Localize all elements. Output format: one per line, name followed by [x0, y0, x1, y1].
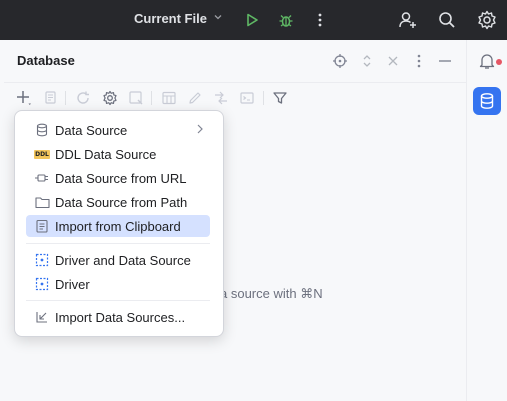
add-data-source-menu: Data Source DDL DDL Data Source Data Sou…: [14, 110, 224, 337]
driver-icon: [34, 252, 50, 268]
notification-badge: [496, 59, 502, 65]
close-icon[interactable]: [384, 52, 402, 70]
locate-icon[interactable]: [331, 52, 349, 70]
console-icon[interactable]: [237, 88, 257, 108]
add-icon[interactable]: [14, 88, 34, 108]
edit-icon[interactable]: [185, 88, 205, 108]
table-icon[interactable]: [159, 88, 179, 108]
menu-item-label: Data Source from URL: [55, 170, 187, 186]
gear-icon[interactable]: [475, 8, 499, 32]
ddl-badge: DDL: [34, 149, 50, 159]
menu-item-data-source-from-url[interactable]: Data Source from URL: [26, 167, 210, 189]
driver-icon: [34, 276, 50, 292]
settings-icon[interactable]: [100, 88, 120, 108]
clipboard-icon: [34, 218, 50, 234]
database-tool-icon[interactable]: [473, 87, 501, 115]
menu-item-import-from-clipboard[interactable]: Import from Clipboard: [26, 215, 210, 237]
notifications-icon[interactable]: [473, 47, 502, 75]
menu-item-data-source-from-path[interactable]: Data Source from Path: [26, 191, 210, 213]
menu-item-ddl-data-source[interactable]: DDL DDL Data Source: [26, 143, 210, 165]
title-bar: Current File: [0, 0, 507, 40]
copy-icon[interactable]: [40, 88, 60, 108]
expand-collapse-icon[interactable]: [358, 52, 376, 70]
menu-item-label: Data Source: [55, 122, 128, 138]
more-icon[interactable]: [410, 52, 428, 70]
folder-icon: [34, 194, 50, 210]
chevron-down-icon: [213, 12, 223, 25]
toolbar-separator: [263, 91, 264, 105]
database-icon: [34, 122, 50, 138]
add-user-icon[interactable]: [396, 8, 420, 32]
import-icon: [34, 309, 50, 325]
menu-item-driver-and-data-source[interactable]: Driver and Data Source: [26, 249, 210, 271]
menu-item-data-source[interactable]: Data Source: [26, 119, 210, 141]
menu-item-label: DDL Data Source: [55, 146, 157, 162]
run-configuration-label: Current File: [134, 11, 207, 26]
run-icon[interactable]: [240, 8, 264, 32]
debug-icon[interactable]: [274, 8, 298, 32]
menu-item-driver[interactable]: Driver: [26, 273, 210, 295]
jump-to-console-icon[interactable]: [126, 88, 146, 108]
more-icon[interactable]: [308, 8, 332, 32]
menu-separator: [26, 300, 210, 301]
refresh-icon[interactable]: [73, 88, 93, 108]
menu-item-label: Driver: [55, 276, 90, 292]
plug-icon: [34, 170, 50, 186]
empty-state-hint: a source with ⌘N: [220, 286, 323, 301]
toolbar-separator: [151, 91, 152, 105]
chevron-right-icon: [195, 123, 205, 138]
panel-title: Database: [17, 53, 75, 68]
toolbar-separator: [65, 91, 66, 105]
menu-item-label: Data Source from Path: [55, 194, 188, 210]
menu-item-label: Driver and Data Source: [55, 252, 191, 268]
menu-separator: [26, 243, 210, 244]
menu-item-import-data-sources[interactable]: Import Data Sources...: [26, 306, 210, 328]
filter-icon[interactable]: [270, 88, 290, 108]
run-configuration-selector[interactable]: Current File: [134, 11, 223, 26]
compare-icon[interactable]: [211, 88, 231, 108]
right-tool-strip: [467, 40, 507, 401]
minimize-icon[interactable]: [436, 52, 454, 70]
menu-item-label: Import Data Sources...: [55, 309, 186, 325]
ddl-icon: DDL: [34, 146, 50, 162]
search-icon[interactable]: [435, 8, 459, 32]
menu-item-label: Import from Clipboard: [55, 218, 181, 234]
header-divider: [4, 82, 466, 83]
